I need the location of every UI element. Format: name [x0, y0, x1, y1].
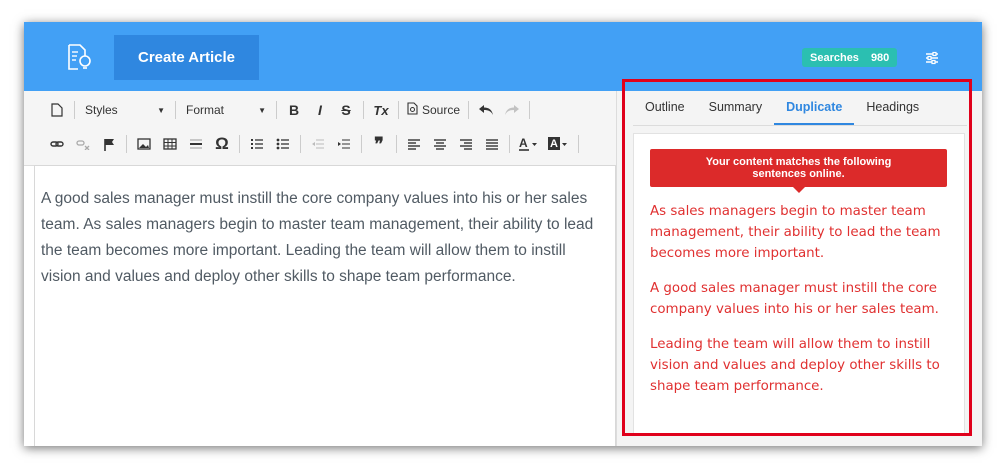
chevron-down-icon: ▼ [258, 105, 266, 115]
svg-text:A: A [550, 138, 558, 150]
blockquote-button[interactable]: ❞ [366, 132, 392, 156]
new-page-icon[interactable] [44, 98, 70, 122]
horizontal-line-icon[interactable] [183, 132, 209, 156]
toolbar-separator [398, 101, 399, 119]
italic-button[interactable]: I [307, 98, 333, 122]
image-icon[interactable] [131, 132, 157, 156]
toolbar-separator [361, 135, 362, 153]
toolbar-separator [239, 135, 240, 153]
source-icon [407, 102, 418, 118]
article-editor[interactable]: A good sales manager must instill the co… [34, 165, 616, 446]
flag-icon[interactable] [96, 132, 122, 156]
outdent-icon[interactable] [305, 132, 331, 156]
article-content[interactable]: A good sales manager must instill the co… [41, 186, 607, 290]
document-bulb-icon[interactable] [64, 42, 94, 72]
sliders-icon[interactable] [924, 50, 940, 66]
toolbar-separator [74, 101, 75, 119]
toolbar-row-1: Styles ▼ Format ▼ B I S Tx Source [44, 97, 534, 123]
toolbar-separator [468, 101, 470, 119]
undo-icon[interactable] [473, 98, 499, 122]
background-color-icon[interactable]: A [544, 132, 574, 156]
toolbar-separator [126, 135, 127, 153]
toolbar-row-2: Ω ❞ A A [44, 131, 583, 157]
highlight-box [622, 79, 972, 436]
toolbar-separator [529, 101, 531, 119]
align-left-icon[interactable] [401, 132, 427, 156]
styles-label: Styles [85, 103, 118, 117]
indent-icon[interactable] [331, 132, 357, 156]
format-label: Format [186, 103, 225, 117]
toolbar-separator [509, 135, 510, 153]
unlink-icon[interactable] [70, 132, 96, 156]
bold-button[interactable]: B [281, 98, 307, 122]
editor-toolbar: Styles ▼ Format ▼ B I S Tx Source Ω ❞ A … [24, 91, 616, 166]
numbered-list-icon[interactable] [244, 132, 270, 156]
chevron-down-icon: ▼ [157, 105, 165, 115]
toolbar-separator [578, 135, 579, 153]
align-justify-icon[interactable] [479, 132, 505, 156]
align-right-icon[interactable] [453, 132, 479, 156]
remove-format-button[interactable]: Tx [368, 98, 394, 122]
svg-text:A: A [519, 137, 528, 150]
toolbar-separator [396, 135, 397, 153]
link-icon[interactable] [44, 132, 70, 156]
toolbar-separator [175, 101, 176, 119]
searches-count: 980 [870, 51, 890, 64]
source-button[interactable]: Source [403, 98, 464, 122]
special-character-button[interactable]: Ω [209, 132, 235, 156]
align-center-icon[interactable] [427, 132, 453, 156]
text-color-icon[interactable]: A [514, 132, 544, 156]
bullet-list-icon[interactable] [270, 132, 296, 156]
searches-badge: Searches 980 [802, 48, 898, 67]
toolbar-separator [300, 135, 301, 153]
create-article-button[interactable]: Create Article [114, 35, 259, 80]
searches-label: Searches [810, 51, 859, 64]
source-label: Source [422, 103, 461, 117]
strikethrough-button[interactable]: S [333, 98, 359, 122]
styles-dropdown[interactable]: Styles ▼ [79, 99, 171, 121]
toolbar-separator [363, 101, 364, 119]
toolbar-separator [276, 101, 277, 119]
format-dropdown[interactable]: Format ▼ [180, 99, 272, 121]
redo-icon[interactable] [499, 98, 525, 122]
table-icon[interactable] [157, 132, 183, 156]
